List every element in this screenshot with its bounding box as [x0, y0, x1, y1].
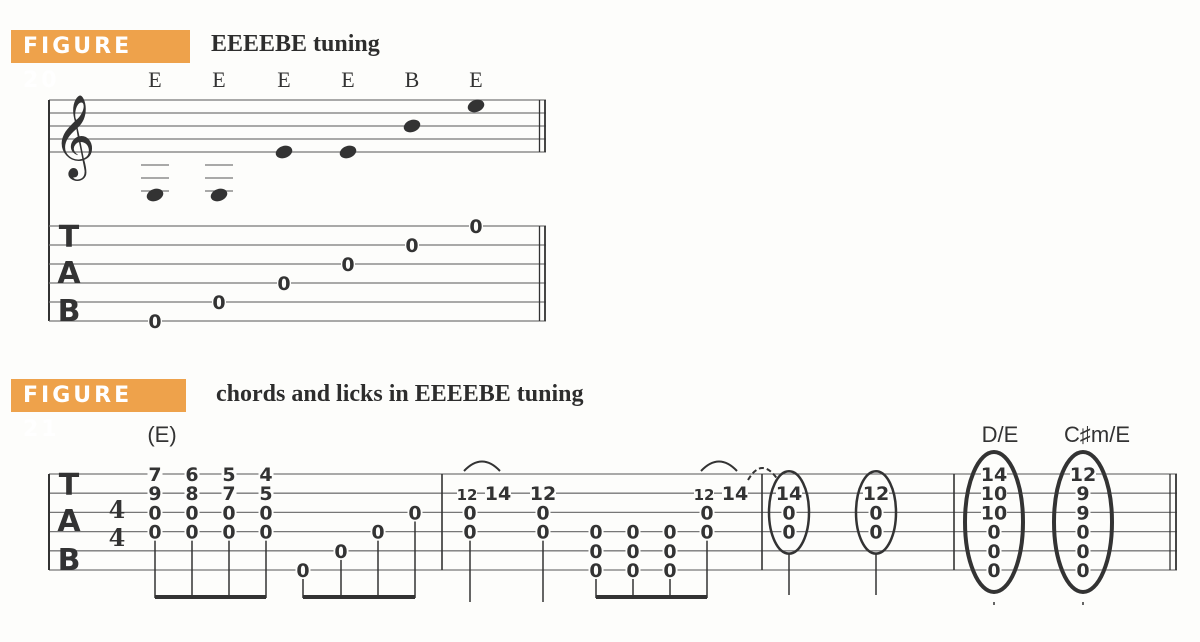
- tuning-note-label: E: [212, 67, 225, 92]
- chord-symbol: C♯m/E: [1064, 422, 1130, 447]
- tab-fret-number: 0: [148, 522, 161, 544]
- tab-clef-letter: B: [58, 294, 81, 329]
- tab-fret-number: 0: [463, 522, 476, 544]
- tab-clef-letter: T: [59, 220, 80, 255]
- music-score: 𝄞 EEEEBE TAB 000000 TAB44 (E) D/E C♯m/E790…: [48, 67, 1177, 605]
- tab-fret-number: 0: [341, 254, 354, 276]
- tab-clef-letter: A: [57, 504, 81, 539]
- tab-fret-number: 0: [700, 522, 713, 544]
- notehead: [339, 145, 357, 159]
- hammer-on-slur: [700, 460, 738, 472]
- treble-clef-icon: 𝄞: [53, 93, 96, 181]
- chord-symbol: (E): [147, 422, 176, 447]
- tab-fret-number: 0: [259, 522, 272, 544]
- notehead: [403, 119, 421, 133]
- fig20-staff: [48, 99, 546, 321]
- tuning-note-label: E: [469, 67, 482, 92]
- tab-fret-number: 0: [185, 522, 198, 544]
- notehead: [146, 188, 164, 202]
- tab-fret-number: 0: [371, 522, 384, 544]
- tab-fret-number: 0: [408, 502, 421, 524]
- tab-clef-letter: T: [59, 468, 80, 503]
- hammer-on-slur: [463, 460, 501, 472]
- tab-fret-number: 0: [626, 560, 639, 582]
- tab-fret-number: 0: [212, 292, 225, 314]
- tab-fret-number: 0: [148, 311, 161, 333]
- tab-fret-number: 0: [987, 560, 1000, 582]
- tab-fret-number: 14: [485, 483, 511, 505]
- tuning-note-label: B: [405, 67, 420, 92]
- tuning-note-label: E: [341, 67, 354, 92]
- beam: [303, 595, 415, 599]
- time-signature-top: 4: [109, 495, 126, 524]
- tab-fret-number: 14: [722, 483, 748, 505]
- tab-clef-letter: A: [57, 256, 81, 291]
- tab-fret-number: 0: [663, 560, 676, 582]
- beam: [155, 595, 266, 599]
- tab-fret-number: 0: [469, 216, 482, 238]
- beam: [596, 595, 707, 599]
- tab-fret-number: 0: [782, 522, 795, 544]
- tab-fret-number: 0: [222, 522, 235, 544]
- tab-fret-number: 0: [536, 522, 549, 544]
- tab-fret-number: 0: [869, 522, 882, 544]
- tab-fret-number: 0: [589, 560, 602, 582]
- tuning-note-label: E: [277, 67, 290, 92]
- notehead: [210, 188, 228, 202]
- notehead: [275, 145, 293, 159]
- tab-clef-letter: B: [58, 543, 81, 578]
- time-signature-bottom: 4: [109, 523, 126, 552]
- tab-fret-number: 0: [296, 560, 309, 582]
- tab-fret-number: 0: [405, 235, 418, 257]
- tab-fret-number: 0: [277, 273, 290, 295]
- tuning-note-label: E: [148, 67, 161, 92]
- tab-fret-number: 0: [1076, 560, 1089, 582]
- svg-text:𝄞: 𝄞: [53, 93, 96, 181]
- tab-fret-number: 0: [334, 541, 347, 563]
- chord-symbol: D/E: [982, 422, 1019, 447]
